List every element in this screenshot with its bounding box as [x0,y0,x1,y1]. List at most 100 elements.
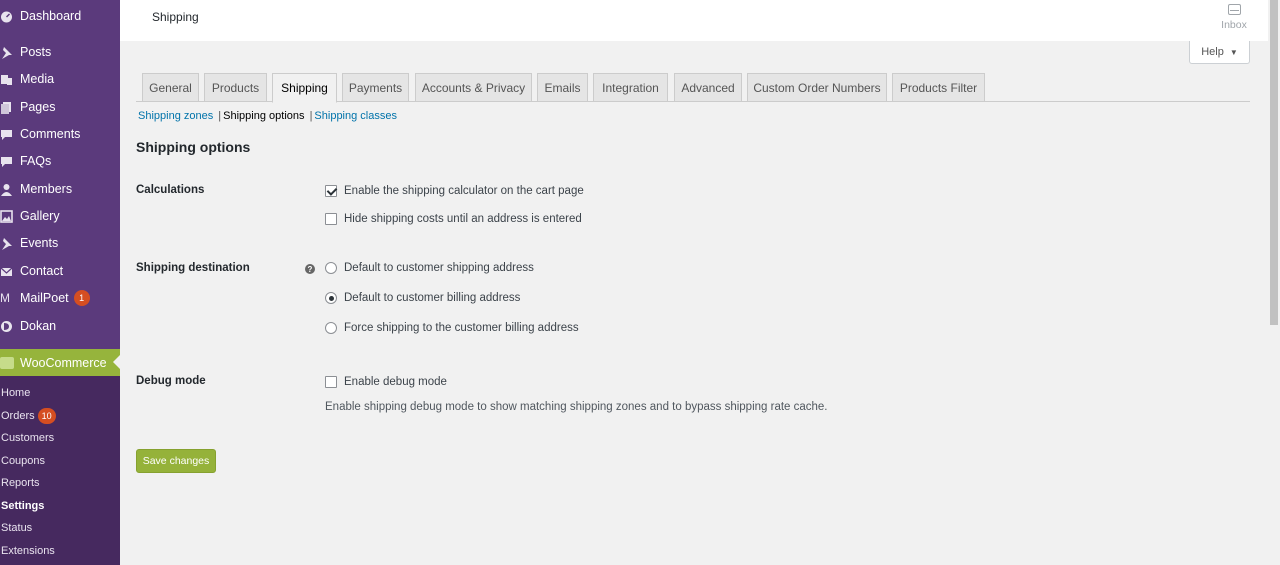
submenu-label: Orders [1,410,35,422]
settings-tabs: General Products Shipping Payments Accou… [136,72,1250,103]
sidebar-item-comments[interactable]: Comments [0,121,120,147]
subnav-separator: | [218,110,222,122]
option-label: Force shipping to the customer billing a… [344,322,579,334]
destination-force-billing-radio[interactable] [325,322,337,334]
link-shipping-zones[interactable]: Shipping zones [138,110,213,122]
submenu-item-status[interactable]: Status [1,518,32,538]
sidebar-item-label: Dokan [20,319,57,333]
caret-down-icon: ▼ [1229,47,1238,57]
top-header-bar: Shipping Inbox [120,0,1280,41]
submenu-item-home[interactable]: Home [1,383,30,403]
link-shipping-options[interactable]: Shipping options [223,110,304,122]
enable-calculator-checkbox[interactable] [325,185,337,197]
sidebar-item-media[interactable]: Media [0,66,120,92]
dokan-icon [0,319,14,333]
destination-force-billing-option[interactable]: Force shipping to the customer billing a… [325,322,579,334]
hide-costs-checkbox[interactable] [325,213,337,225]
tab-label: Shipping [281,81,328,95]
debug-mode-label: Debug mode [136,375,206,387]
mail-icon [0,264,14,278]
submenu-label: Coupons [1,455,46,467]
submenu-item-customers[interactable]: Customers [1,428,54,448]
page-scrollbar[interactable] [1268,0,1280,565]
subnav-separator: | [309,110,313,122]
sidebar-item-members[interactable]: Members [0,176,120,202]
sidebar-item-faqs[interactable]: FAQs [0,148,120,174]
save-changes-button[interactable]: Save changes [136,449,216,473]
sidebar-item-label: Gallery [20,209,60,223]
tab-label: Custom Order Numbers [753,80,881,95]
media-icon [0,72,14,86]
gallery-icon [0,209,14,223]
tab-payments[interactable]: Payments [342,73,409,102]
dashboard-icon [0,9,14,23]
submenu-label: Reports [1,477,40,489]
sidebar-item-events[interactable]: Events [0,230,120,256]
sidebar-item-mailpoet[interactable]: M MailPoet 1 [0,285,120,311]
section-heading: Shipping options [136,139,251,155]
mailpoet-icon: M [0,291,10,305]
option-label: Enable debug mode [344,376,447,388]
sidebar-item-label: Comments [20,127,81,141]
destination-shipping-radio[interactable] [325,262,337,274]
tab-label: Integration [602,80,659,95]
sidebar-item-posts[interactable]: Posts [0,39,120,65]
sidebar-item-label: Members [20,182,73,196]
option-label: Default to customer billing address [344,292,521,304]
sidebar-item-contact[interactable]: Contact [0,258,120,284]
sidebar-item-label: Posts [20,45,52,59]
sidebar-item-gallery[interactable]: Gallery [0,203,120,229]
pin-icon [0,45,14,59]
submenu-item-reports[interactable]: Reports [1,473,40,493]
tab-label: Products Filter [899,80,978,95]
sidebar-item-label: Media [20,72,55,86]
tab-label: Emails [544,80,581,95]
sidebar-item-dashboard[interactable]: Dashboard [0,3,120,29]
tab-shipping[interactable]: Shipping [272,73,337,103]
debug-mode-option[interactable]: Enable debug mode [325,376,447,388]
destination-billing-option[interactable]: Default to customer billing address [325,292,520,304]
woocommerce-icon [0,356,14,369]
submenu-item-extensions[interactable]: Extensions [1,541,55,561]
inbox-label: Inbox [1221,19,1247,31]
submenu-item-settings[interactable]: Settings [1,496,44,516]
help-tip-icon[interactable]: ? [305,264,315,274]
orders-count-badge: 10 [37,408,56,424]
tab-custom-order-numbers[interactable]: Custom Order Numbers [747,73,887,102]
inbox-button[interactable]: Inbox [1220,2,1248,31]
debug-mode-checkbox[interactable] [325,376,337,388]
option-label: Hide shipping costs until an address is … [344,213,582,225]
user-icon [0,182,14,196]
tab-label: Products [211,80,260,95]
sidebar-item-woocommerce[interactable]: WooCommerce [0,349,120,376]
sidebar-item-pages[interactable]: Pages [0,94,120,120]
scrollbar-thumb[interactable] [1270,0,1278,325]
tab-products[interactable]: Products [204,73,267,102]
tab-emails[interactable]: Emails [537,73,588,102]
help-label: Help [1201,46,1224,58]
option-label: Default to customer shipping address [344,262,534,274]
tab-integration[interactable]: Integration [593,73,668,102]
sidebar-item-label: WooCommerce [20,355,107,370]
tab-general[interactable]: General [142,73,199,102]
enable-calculator-option[interactable]: Enable the shipping calculator on the ca… [325,185,584,197]
sidebar-item-label: Pages [20,100,56,114]
notification-badge: 1 [73,290,90,306]
tab-products-filter[interactable]: Products Filter [892,73,985,102]
hide-costs-option[interactable]: Hide shipping costs until an address is … [325,213,582,225]
comment-icon [0,154,14,168]
tab-accounts-privacy[interactable]: Accounts & Privacy [415,73,532,102]
tab-advanced[interactable]: Advanced [674,73,742,102]
submenu-label: Customers [1,432,55,444]
destination-shipping-option[interactable]: Default to customer shipping address [325,262,534,274]
submenu-item-orders[interactable]: Orders 10 [1,406,56,426]
sidebar-item-dokan[interactable]: Dokan [0,313,120,339]
option-label: Enable the shipping calculator on the ca… [344,185,584,197]
sidebar-item-label: Contact [20,264,64,278]
submenu-item-coupons[interactable]: Coupons [1,451,45,471]
destination-billing-radio[interactable] [325,292,337,304]
help-button[interactable]: Help ▼ [1189,41,1250,64]
page-title: Shipping [152,10,199,24]
woocommerce-submenu: Home Orders 10 Customers Coupons Reports … [0,376,120,565]
link-shipping-classes[interactable]: Shipping classes [314,110,397,122]
